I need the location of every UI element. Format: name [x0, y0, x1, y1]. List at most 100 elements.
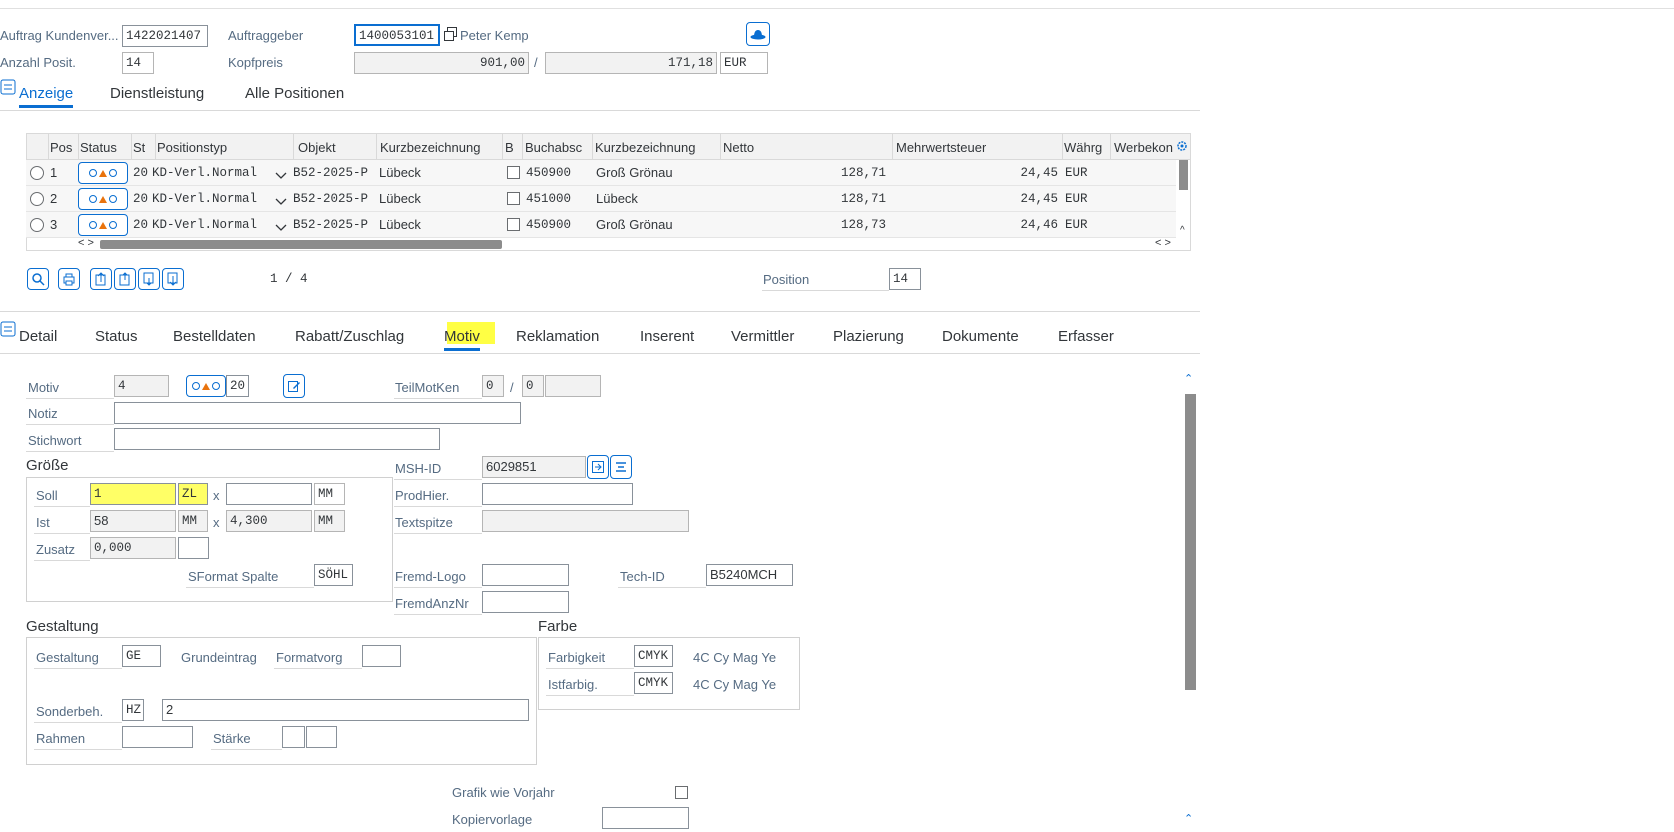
- tab-anzeige[interactable]: Anzeige: [19, 85, 74, 108]
- detail-vertical-scrollbar[interactable]: [1185, 394, 1196, 690]
- soll-width-field[interactable]: [226, 483, 312, 505]
- col-header[interactable]: Pos: [50, 136, 72, 160]
- list-icon[interactable]: [610, 455, 632, 479]
- row-checkbox[interactable]: [507, 166, 520, 179]
- col-header[interactable]: Kurzbezeichnung: [595, 136, 695, 160]
- zoom-icon[interactable]: [27, 268, 49, 290]
- first-page-icon[interactable]: [90, 268, 112, 290]
- istfarbig-field[interactable]: CMYK: [634, 672, 673, 694]
- chevron-down-icon[interactable]: [275, 194, 287, 209]
- chevron-down-icon[interactable]: [275, 168, 287, 183]
- formatvorg-field[interactable]: [362, 645, 401, 667]
- col-header[interactable]: Werbekon: [1114, 136, 1180, 160]
- pager-text: 1 / 4: [270, 272, 308, 286]
- order-field[interactable]: 1422021407: [122, 25, 208, 47]
- hat-icon[interactable]: [746, 22, 770, 46]
- label-underline: [26, 398, 114, 399]
- staerke-b-field[interactable]: [306, 726, 337, 748]
- client-field[interactable]: 1400053101: [354, 24, 440, 46]
- copy-icon[interactable]: [443, 26, 459, 42]
- staerke-a-field[interactable]: [282, 726, 305, 748]
- notiz-field[interactable]: [114, 402, 521, 424]
- settings-icon[interactable]: [1176, 140, 1188, 152]
- soll-field[interactable]: 1: [90, 483, 176, 505]
- col-header[interactable]: Positionstyp: [157, 136, 227, 160]
- gestaltung-field[interactable]: GE: [122, 645, 161, 667]
- client-label: Auftraggeber: [228, 28, 304, 43]
- techid-field[interactable]: B5240MCH: [706, 564, 793, 586]
- last-page-icon[interactable]: [162, 268, 184, 290]
- stichwort-field[interactable]: [114, 428, 440, 450]
- zusatz-unit-field[interactable]: [178, 537, 209, 559]
- collapse-icon[interactable]: [0, 321, 16, 337]
- tab-reklamation[interactable]: Reklamation: [516, 328, 599, 345]
- sonderbeh-field[interactable]: 2: [162, 699, 529, 721]
- rahmen-field[interactable]: [122, 726, 193, 748]
- status-icon[interactable]: [186, 375, 226, 397]
- row-select-radio[interactable]: [30, 166, 44, 180]
- teilmotken-c-field: [545, 375, 601, 397]
- fremdanz-field[interactable]: [482, 591, 569, 613]
- navigate-icon[interactable]: [587, 455, 609, 479]
- col-header[interactable]: Mehrwertsteuer: [896, 136, 986, 160]
- textspitze-label: Textspitze: [395, 515, 453, 530]
- row-checkbox[interactable]: [507, 218, 520, 231]
- row-select-radio[interactable]: [30, 218, 44, 232]
- motiv-field: 4: [114, 375, 169, 397]
- chevron-down-icon[interactable]: [275, 220, 287, 235]
- section-divider: [0, 311, 1200, 312]
- tab-bestelldaten[interactable]: Bestelldaten: [173, 328, 256, 345]
- col-header[interactable]: Status: [80, 136, 117, 160]
- sonderbeh-code-field[interactable]: HZ: [122, 699, 144, 721]
- prodhier-field[interactable]: [482, 483, 633, 505]
- row-checkbox[interactable]: [507, 192, 520, 205]
- previous-page-icon[interactable]: [114, 268, 136, 290]
- soll-unit-field[interactable]: ZL: [178, 483, 208, 505]
- status-icon[interactable]: [78, 162, 128, 184]
- tab-plazierung[interactable]: Plazierung: [833, 328, 904, 345]
- next-page-icon[interactable]: [138, 268, 160, 290]
- status-icon[interactable]: [78, 214, 128, 236]
- kopier-field[interactable]: [602, 807, 689, 829]
- tab-status[interactable]: Status: [95, 328, 138, 345]
- tab-dokumente[interactable]: Dokumente: [942, 328, 1019, 345]
- cell-mwst: 24,45: [1020, 192, 1058, 206]
- col-header[interactable]: St: [133, 136, 145, 160]
- collapse-icon[interactable]: [0, 79, 16, 95]
- tab-erfasser[interactable]: Erfasser: [1058, 328, 1114, 345]
- tab-dienstleistung[interactable]: Dienstleistung: [110, 85, 204, 102]
- col-header[interactable]: B: [505, 136, 514, 160]
- sformat-field[interactable]: SÖHL: [314, 564, 353, 586]
- scroll-left-icon[interactable]: < >: [78, 237, 94, 249]
- status-icon[interactable]: [78, 188, 128, 210]
- position-field[interactable]: 14: [889, 268, 921, 290]
- col-header[interactable]: Währg: [1064, 136, 1102, 160]
- scroll-down-icon[interactable]: ⌃: [1184, 812, 1193, 825]
- ist-field: 58: [90, 510, 176, 532]
- col-header[interactable]: Netto: [723, 136, 754, 160]
- col-header[interactable]: Objekt: [298, 136, 336, 160]
- tab-rabatt-zuschlag[interactable]: Rabatt/Zuschlag: [295, 328, 404, 345]
- farbigkeit-field[interactable]: CMYK: [634, 645, 673, 667]
- horizontal-scrollbar[interactable]: [100, 240, 502, 249]
- soll-unit2-field: MM: [314, 483, 345, 505]
- tab-vermittler[interactable]: Vermittler: [731, 328, 794, 345]
- scroll-up-icon[interactable]: ^: [1180, 225, 1185, 236]
- tab-detail[interactable]: Detail: [19, 328, 57, 345]
- gestaltung-title: Gestaltung: [26, 618, 99, 635]
- ist-times: x: [213, 515, 220, 530]
- vertical-scrollbar[interactable]: [1179, 160, 1188, 190]
- tab-inserent[interactable]: Inserent: [640, 328, 694, 345]
- cell-mwst: 24,45: [1020, 166, 1058, 180]
- tab-alle-positionen[interactable]: Alle Positionen: [245, 85, 344, 102]
- tab-motiv[interactable]: Motiv: [444, 328, 480, 351]
- edit-note-icon[interactable]: [283, 374, 305, 398]
- grafik-checkbox[interactable]: [675, 786, 688, 799]
- col-header[interactable]: Buchabsc: [525, 136, 582, 160]
- row-select-radio[interactable]: [30, 192, 44, 206]
- col-header[interactable]: Kurzbezeichnung: [380, 136, 480, 160]
- fremdlogo-field[interactable]: [482, 564, 569, 586]
- scroll-up-icon[interactable]: ⌃: [1184, 372, 1193, 385]
- scroll-right-icon[interactable]: < >: [1155, 237, 1171, 249]
- print-icon[interactable]: [58, 268, 80, 290]
